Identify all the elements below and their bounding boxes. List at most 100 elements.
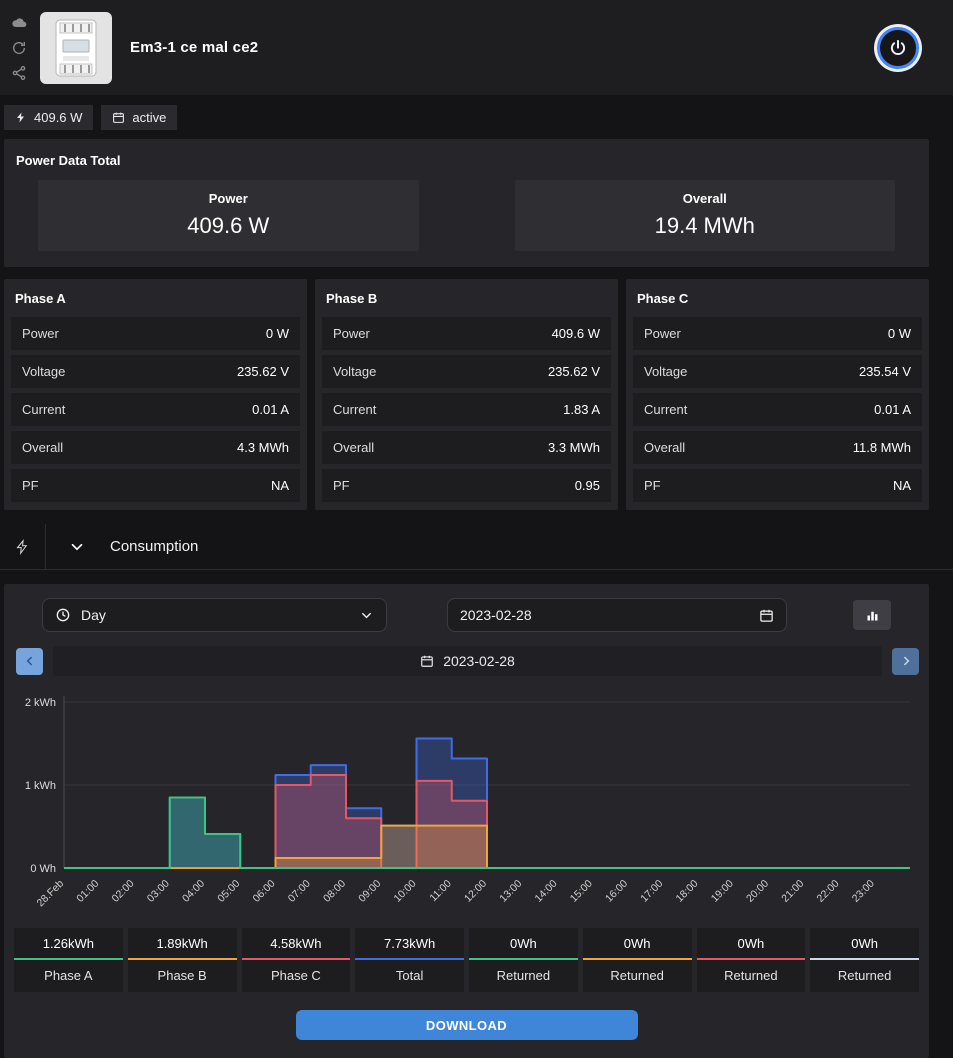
phase-row-value: 0.95	[574, 478, 600, 493]
phase-row-value: 0 W	[265, 326, 289, 341]
phase-row-value: 0.01 A	[874, 402, 911, 417]
power-badge: 409.6 W	[4, 105, 94, 130]
phase-row-value: NA	[892, 478, 911, 493]
svg-text:28.Feb: 28.Feb	[35, 878, 67, 910]
refresh-icon[interactable]	[11, 40, 27, 56]
share-icon[interactable]	[11, 65, 27, 81]
chevron-down-icon	[359, 608, 374, 623]
period-select-value: Day	[81, 607, 106, 623]
phase-row-label: Voltage	[333, 364, 377, 379]
total-overall-box: Overall 19.4 MWh	[514, 180, 895, 251]
stat-label: Phase A	[44, 968, 93, 983]
svg-text:08:00: 08:00	[321, 878, 348, 905]
svg-text:21:00: 21:00	[779, 878, 806, 905]
phase-row-value: NA	[270, 478, 289, 493]
phase-row-label: Power	[644, 326, 681, 341]
consumption-panel: Day 2023-02-28 0 Wh 1 kWh 2 kWh 28.Feb 01:00	[4, 584, 929, 1058]
power-data-total-title: Power Data Total	[16, 153, 121, 168]
consumption-section-header: Consumption	[0, 524, 953, 570]
svg-text:06:00: 06:00	[251, 878, 278, 905]
phase-row: Power 0 W	[11, 317, 300, 350]
date-navigation-row: 2023-02-28	[4, 642, 929, 682]
bolt-outline-icon	[0, 524, 46, 569]
total-overall-value: 19.4 MWh	[654, 213, 755, 238]
stat-label: Total	[395, 968, 424, 983]
power-button[interactable]	[877, 26, 919, 69]
svg-text:2 kWh: 2 kWh	[25, 697, 56, 709]
svg-text:05:00: 05:00	[215, 878, 242, 905]
stat-label: Returned	[610, 968, 664, 983]
date-picker[interactable]	[447, 598, 787, 632]
svg-text:16:00: 16:00	[603, 878, 630, 905]
previous-day-button[interactable]	[16, 647, 43, 675]
phase-a-title: Phase A	[15, 291, 66, 306]
phase-b-card: Phase B Power 409.6 W Voltage 235.62 V Cur…	[315, 279, 618, 510]
phase-row-value: 11.8 MWh	[852, 440, 911, 455]
svg-text:18:00: 18:00	[674, 878, 701, 905]
phase-c-title: Phase C	[637, 291, 689, 306]
badge-row: 409.6 W active	[0, 95, 953, 139]
consumption-title: Consumption	[110, 538, 199, 555]
phase-row-label: Current	[22, 402, 66, 417]
phase-row: PF NA	[633, 469, 922, 502]
stat-phase-a: 1.26kWh Phase A	[14, 928, 123, 992]
svg-text:11:00: 11:00	[427, 878, 454, 905]
power-badge-value: 409.6 W	[34, 110, 83, 125]
stat-returned-c: 0Wh Returned	[696, 928, 806, 992]
svg-text:20:00: 20:00	[744, 878, 771, 905]
phase-row-label: Voltage	[22, 364, 66, 379]
svg-text:09:00: 09:00	[356, 878, 383, 905]
date-input[interactable]	[460, 607, 749, 623]
svg-text:15:00: 15:00	[568, 878, 595, 905]
stat-total: 7.73kWh Total	[355, 928, 464, 992]
next-day-button[interactable]	[892, 647, 919, 675]
collapse-chevron-icon[interactable]	[68, 538, 86, 556]
phase-row-label: PF	[333, 478, 350, 493]
phase-a-card: Phase A Power 0 W Voltage 235.62 V Current…	[4, 279, 307, 510]
svg-text:02:00: 02:00	[110, 878, 137, 905]
stat-value: 1.26kWh	[42, 936, 95, 951]
stat-returned-b: 0Wh Returned	[582, 928, 692, 992]
phase-b-title: Phase B	[326, 291, 378, 306]
stat-label: Phase C	[270, 968, 321, 983]
svg-text:01:00: 01:00	[74, 878, 101, 905]
stat-value: 0Wh	[510, 936, 537, 951]
phase-row-value: 0.01 A	[252, 402, 289, 417]
total-power-box: Power 409.6 W	[38, 180, 419, 251]
period-select[interactable]: Day	[42, 598, 387, 632]
status-badge: active	[101, 105, 178, 130]
chevron-left-icon	[26, 656, 32, 666]
download-button[interactable]: DOWNLOAD	[295, 1010, 638, 1040]
bolt-icon	[17, 112, 24, 123]
chart-svg: 0 Wh 1 kWh 2 kWh 28.Feb 01:00 02:00 03:00 04:00…	[25, 696, 910, 910]
phase-row-label: Current	[644, 402, 688, 417]
svg-text:23:00: 23:00	[850, 878, 877, 905]
svg-text:12:00: 12:00	[462, 878, 489, 905]
phase-row-label: Power	[333, 326, 370, 341]
svg-text:04:00: 04:00	[180, 878, 207, 905]
svg-text:19:00: 19:00	[709, 878, 736, 905]
svg-text:13:00: 13:00	[497, 878, 524, 905]
stat-label: Returned	[496, 968, 551, 983]
clock-icon	[56, 608, 70, 622]
calendar-icon	[113, 112, 125, 123]
phase-row-value: 409.6 W	[551, 326, 600, 341]
consumption-chart: 0 Wh 1 kWh 2 kWh 28.Feb 01:00 02:00 03:00 04:00…	[4, 682, 929, 926]
header-bar: Em3-1 ce mal ce2	[0, 0, 953, 95]
svg-text:07:00: 07:00	[286, 878, 313, 905]
phase-cards-row: Phase A Power 0 W Voltage 235.62 V Current…	[4, 279, 929, 510]
calendar-icon	[759, 608, 774, 623]
power-data-total-boxes: Power 409.6 W Overall 19.4 MWh	[4, 180, 929, 251]
chart-type-button[interactable]	[853, 600, 891, 630]
phase-row-label: PF	[644, 478, 661, 493]
phase-row-label: Power	[22, 326, 59, 341]
phase-row-label: Overall	[644, 440, 686, 455]
total-overall-label: Overall	[682, 191, 727, 206]
phase-row: Overall 11.8 MWh	[633, 431, 922, 464]
total-power-label: Power	[208, 191, 248, 206]
phase-row: Current 0.01 A	[633, 393, 922, 426]
phase-c-card: Phase C Power 0 W Voltage 235.54 V Current…	[626, 279, 929, 510]
stat-returned-a: 0Wh Returned	[469, 928, 578, 992]
stats-row: 1.26kWh Phase A 1.89kWh Phase B 4.58kWh Pha…	[4, 926, 929, 992]
phase-row: Power 0 W	[633, 317, 922, 350]
